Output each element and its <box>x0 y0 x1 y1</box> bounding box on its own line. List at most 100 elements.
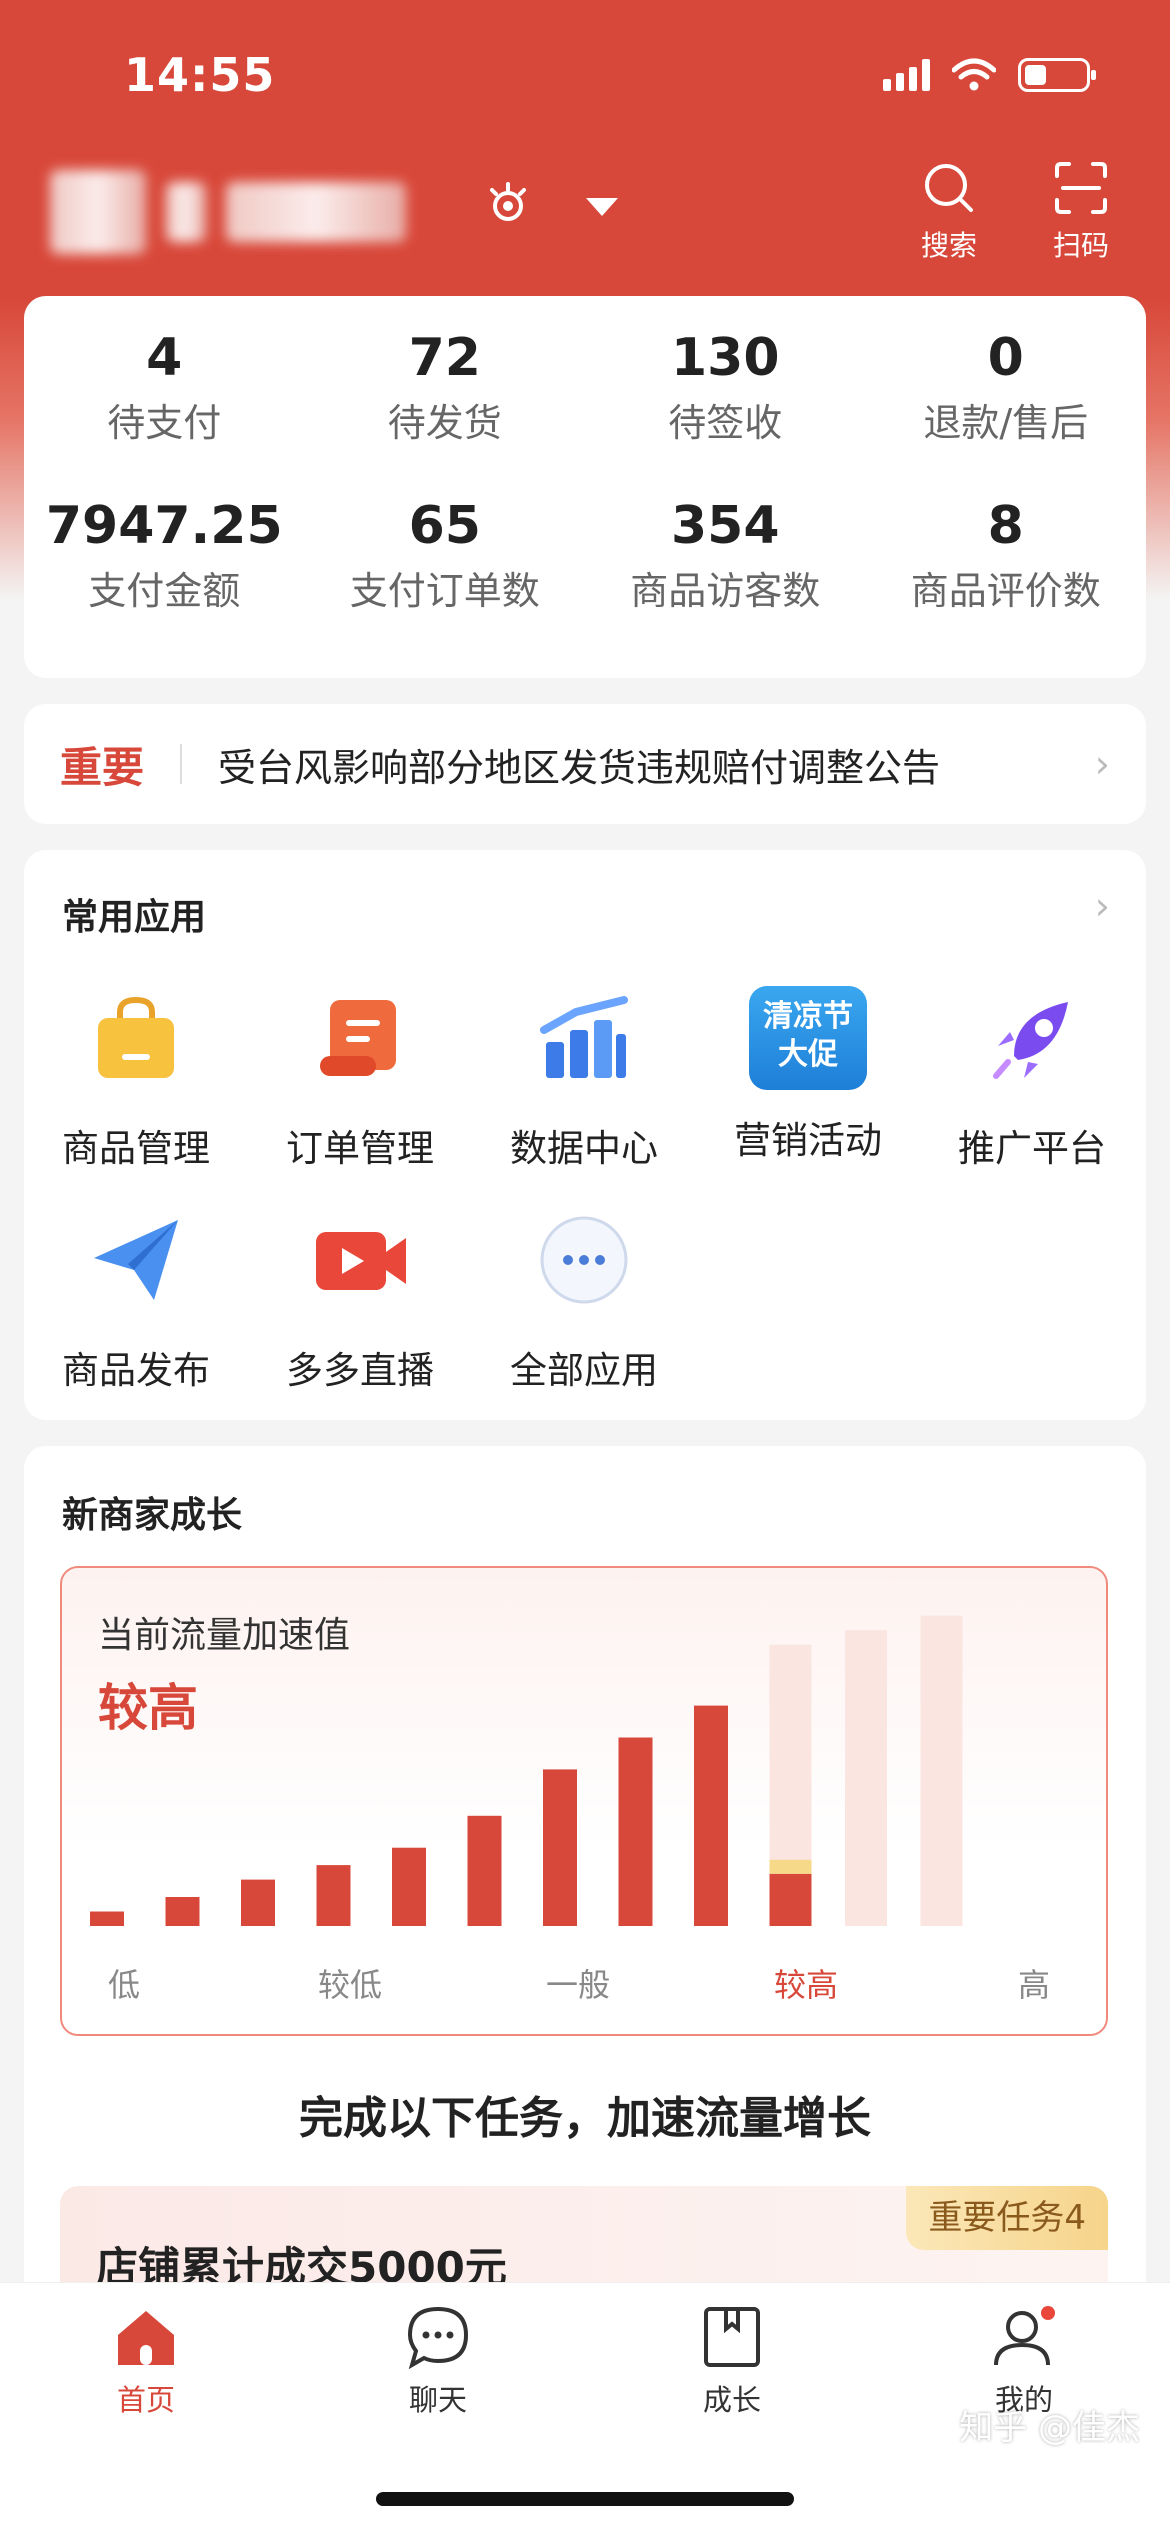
paper-plane-icon <box>94 1220 178 1300</box>
traffic-bar <box>316 1865 351 1926</box>
traffic-title: 当前流量加速值 <box>98 1615 351 1656</box>
traffic-bar <box>392 1847 426 1926</box>
app-label: 推广平台 <box>958 1127 1106 1170</box>
app-label: 营销活动 <box>734 1119 882 1162</box>
stat-value: 0 <box>987 328 1024 388</box>
promo-badge-text-1: 清凉节 <box>763 999 853 1034</box>
task-badge: 重要任务4 <box>906 2186 1108 2250</box>
traffic-level: 较高 <box>98 1679 198 1737</box>
apps-title: 常用应用 <box>62 897 207 938</box>
search-label: 搜索 <box>920 229 977 262</box>
scan-label: 扫码 <box>1052 229 1109 262</box>
traffic-bar-pending <box>920 1615 963 1926</box>
store-header: 搜索 扫码 <box>0 150 1170 290</box>
wifi-icon <box>952 58 996 91</box>
eye-visibility-icon[interactable] <box>484 180 532 228</box>
status-icons <box>883 58 1096 92</box>
common-apps-card: 常用应用 › 商品管理 订单管理 数据中心 清凉节 大促 营销活动 推广平台 商… <box>24 850 1146 1420</box>
app-label: 全部应用 <box>510 1349 658 1392</box>
tab-label: 首页 <box>116 2383 175 2417</box>
important-notice[interactable]: 重要 受台风影响部分地区发货违规赔付调整公告 › <box>24 704 1146 824</box>
app-product-management[interactable]: 商品管理 <box>24 990 248 1172</box>
tab-label: 聊天 <box>408 2383 467 2417</box>
app-product-publish[interactable]: 商品发布 <box>24 1212 248 1394</box>
tab-home[interactable]: 首页 <box>66 2305 226 2419</box>
status-bar: 14:55 <box>0 0 1170 150</box>
divider <box>180 744 183 784</box>
order-scroll-icon <box>320 1000 396 1076</box>
stat-value: 8 <box>987 496 1024 556</box>
stat-label: 待发货 <box>387 401 502 445</box>
traffic-boost-panel[interactable]: 当前流量加速值 较高 低 较低 一般 较高 高 <box>60 1566 1108 2036</box>
stat-pending-shipment[interactable]: 72 待发货 <box>305 326 586 494</box>
axis-label-lower: 较低 <box>318 1966 383 2004</box>
stat-label: 支付金额 <box>88 569 241 613</box>
stat-label: 待签收 <box>668 401 783 445</box>
stat-value: 130 <box>670 328 780 388</box>
search-icon <box>925 164 973 212</box>
chevron-right-icon: › <box>1094 742 1110 786</box>
axis-label-medium: 一般 <box>546 1966 611 2004</box>
notice-text: 受台风影响部分地区发货违规赔付调整公告 <box>218 745 941 790</box>
traffic-bar <box>543 1769 577 1926</box>
app-label: 数据中心 <box>510 1127 658 1170</box>
app-order-management[interactable]: 订单管理 <box>248 990 472 1172</box>
app-promotion-platform[interactable]: 推广平台 <box>920 990 1144 1172</box>
traffic-bar-progress-tip <box>769 1859 812 1874</box>
app-marketing[interactable]: 清凉节 大促 营销活动 <box>696 986 920 1172</box>
traffic-bar <box>618 1737 653 1926</box>
traffic-bar <box>90 1911 124 1926</box>
stat-payment-amount[interactable]: 7947.25 支付金额 <box>24 494 305 662</box>
live-video-icon <box>316 1232 406 1290</box>
tab-label: 成长 <box>702 2383 761 2417</box>
app-live-streaming[interactable]: 多多直播 <box>248 1212 472 1394</box>
stat-refunds[interactable]: 0 退款/售后 <box>866 326 1147 494</box>
store-name-blurred[interactable] <box>50 170 406 254</box>
app-label: 多多直播 <box>286 1349 434 1392</box>
order-stats-card: 4 待支付 72 待发货 130 待签收 0 退款/售后 7947.25 支付金额 65 支… <box>24 296 1146 678</box>
home-icon <box>118 2311 174 2365</box>
stat-label: 商品评价数 <box>910 569 1101 613</box>
growth-title: 新商家成长 <box>62 1495 243 1536</box>
axis-label-low: 低 <box>108 1966 141 2004</box>
axis-label-high: 高 <box>1018 1966 1051 2004</box>
scan-button[interactable]: 扫码 <box>1036 160 1126 264</box>
stat-label: 支付订单数 <box>349 569 540 613</box>
signal-icon <box>883 59 930 91</box>
stat-label: 商品访客数 <box>630 569 821 613</box>
stat-value: 4 <box>146 328 183 388</box>
stat-pending-payment[interactable]: 4 待支付 <box>24 326 305 494</box>
promo-badge-icon: 清凉节 大促 <box>749 986 867 1090</box>
traffic-bar <box>467 1815 502 1926</box>
stat-value: 354 <box>670 496 780 556</box>
stat-pending-receipt[interactable]: 130 待签收 <box>585 326 866 494</box>
app-data-center[interactable]: 数据中心 <box>472 990 696 1172</box>
traffic-bar <box>241 1879 275 1926</box>
app-label: 商品发布 <box>62 1349 210 1392</box>
home-indicator <box>376 2492 794 2506</box>
axis-label-higher: 较高 <box>774 1966 839 2004</box>
more-dots-icon <box>540 1216 628 1304</box>
tab-chat[interactable]: 聊天 <box>358 2305 518 2419</box>
search-button[interactable]: 搜索 <box>904 160 994 264</box>
traffic-bar <box>694 1705 728 1926</box>
app-all-apps[interactable]: 全部应用 <box>472 1212 696 1394</box>
app-label: 商品管理 <box>62 1127 210 1170</box>
stat-value: 7947.25 <box>45 496 283 556</box>
tab-growth[interactable]: 成长 <box>652 2305 812 2419</box>
shopping-bag-icon <box>98 996 174 1078</box>
stat-paid-orders[interactable]: 65 支付订单数 <box>305 494 586 662</box>
traffic-bar-progress <box>769 1873 812 1926</box>
chevron-right-icon[interactable]: › <box>1095 884 1110 928</box>
traffic-bar-pending <box>845 1630 887 1926</box>
status-time: 14:55 <box>124 48 276 102</box>
stat-product-visitors[interactable]: 354 商品访客数 <box>585 494 866 662</box>
stat-product-reviews[interactable]: 8 商品评价数 <box>866 494 1147 662</box>
chevron-down-icon[interactable] <box>586 198 618 216</box>
stat-value: 72 <box>408 328 481 388</box>
battery-fill <box>1025 65 1046 85</box>
stat-value: 65 <box>408 496 481 556</box>
growth-book-icon <box>704 2307 760 2367</box>
task-heading: 完成以下任务，加速流量增长 <box>299 2093 871 2144</box>
stat-label: 待支付 <box>107 401 222 445</box>
